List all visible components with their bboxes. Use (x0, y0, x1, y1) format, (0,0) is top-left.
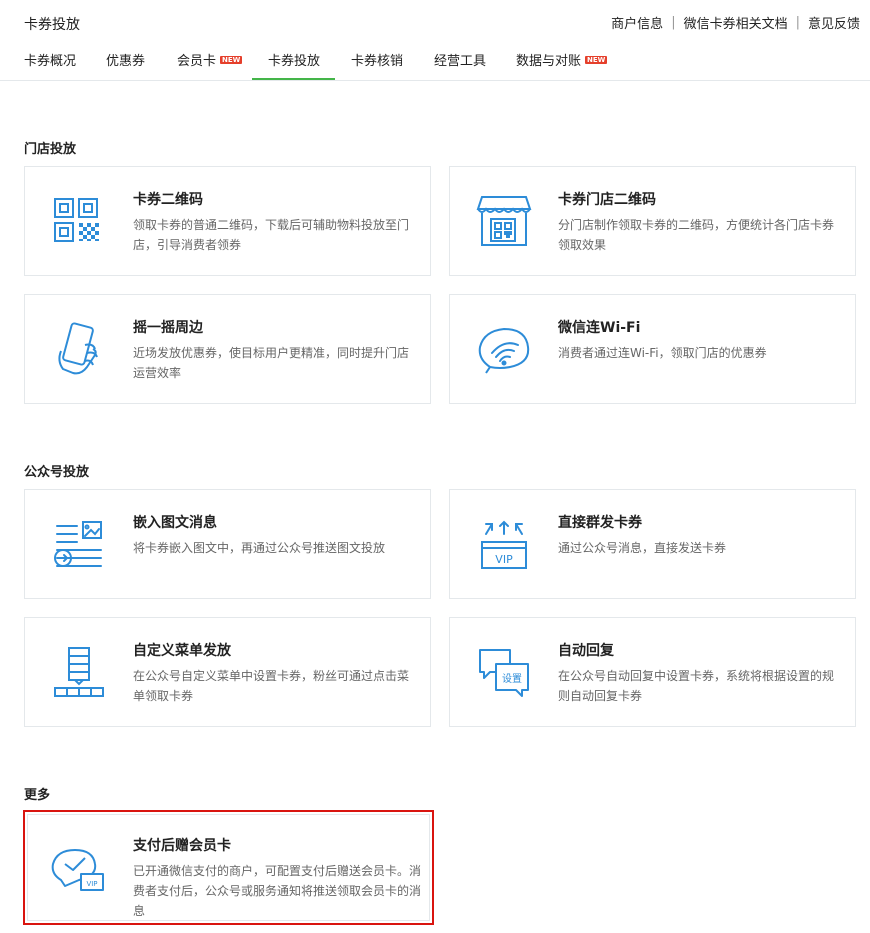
tab-distribution[interactable]: 卡券投放 (268, 50, 320, 81)
section-title-more: 更多 (24, 788, 51, 803)
feedback-link[interactable]: 意见反馈 (808, 13, 860, 32)
tab-label: 优惠券 (106, 54, 146, 69)
section-title-store: 门店投放 (24, 142, 77, 157)
svg-text:VIP: VIP (495, 553, 513, 566)
card-embed-article[interactable]: 嵌入图文消息 将卡券嵌入图文中，再通过公众号推送图文投放 (24, 489, 431, 599)
card-description: 将卡券嵌入图文中，再通过公众号推送图文投放 (133, 541, 386, 555)
docs-link[interactable]: 微信卡券相关文档 (684, 13, 788, 32)
card-description: 在公众号自动回复中设置卡券，系统将根据设置的规则自动回复卡券 (558, 669, 835, 703)
tab-label: 会员卡 (177, 54, 217, 69)
tab-label: 卡券概况 (24, 54, 77, 69)
card-title: 嵌入图文消息 (133, 515, 217, 531)
card-title: 自定义菜单发放 (133, 643, 231, 659)
new-badge: NEW (585, 56, 608, 64)
tab-bar: 卡券概况 优惠券 会员卡 NEW 卡券投放 卡券核销 经营工具 数据与对账 NEW (0, 40, 870, 81)
tab-coupons[interactable]: 优惠券 (106, 50, 145, 81)
card-store-qrcode[interactable]: 卡券门店二维码 分门店制作领取卡券的二维码，方便统计各门店卡券领取效果 (449, 166, 856, 276)
svg-text:VIP: VIP (86, 880, 97, 888)
divider: | (795, 15, 800, 30)
tab-label: 数据与对账 (516, 54, 582, 69)
card-title: 摇一摇周边 (133, 320, 203, 336)
card-custom-menu[interactable]: 自定义菜单发放 在公众号自定义菜单中设置卡券，粉丝可通过点击菜单领取卡券 (24, 617, 431, 727)
header-links: 商户信息 | 微信卡券相关文档 | 意见反馈 (611, 13, 860, 32)
card-title: 支付后赠会员卡 (133, 838, 231, 854)
card-title: 自动回复 (558, 643, 614, 659)
card-title: 卡券二维码 (133, 192, 203, 208)
pay-vip-card-icon: VIP (51, 849, 104, 891)
card-auto-reply[interactable]: 设置 自动回复 在公众号自动回复中设置卡券，系统将根据设置的规则自动回复卡券 (449, 617, 856, 727)
broadcast-vip-icon: VIP (481, 520, 527, 569)
page-title: 卡券投放 (24, 17, 80, 33)
menu-icon (54, 647, 104, 697)
tab-label: 卡券投放 (268, 54, 321, 69)
tab-overview[interactable]: 卡券概况 (24, 50, 76, 81)
card-description: 消费者通过连Wi-Fi，领取门店的优惠券 (558, 346, 767, 360)
tab-data-reconciliation[interactable]: 数据与对账 NEW (516, 50, 608, 81)
tab-redemption[interactable]: 卡券核销 (351, 50, 403, 81)
active-tab-indicator (252, 78, 335, 80)
card-wechat-wifi[interactable]: 微信连Wi-Fi 消费者通过连Wi-Fi，领取门店的优惠券 (449, 294, 856, 404)
auto-reply-icon: 设置 (479, 649, 529, 697)
card-description: 通过公众号消息，直接发送卡券 (558, 541, 727, 555)
qrcode-icon (54, 198, 99, 242)
card-coupon-qrcode[interactable]: 卡券二维码 领取卡券的普通二维码，下载后可辅助物料投放至门店，引导消费者领券 (24, 166, 431, 276)
card-broadcast-coupon[interactable]: VIP 直接群发卡券 通过公众号消息，直接发送卡券 (449, 489, 856, 599)
article-icon (54, 521, 102, 567)
card-description: 已开通微信支付的商户，可配置支付后赠送会员卡。消费者支付后，公众号或服务通知将推… (133, 864, 422, 918)
tab-label: 经营工具 (434, 54, 487, 69)
section-title-official-account: 公众号投放 (24, 465, 90, 480)
tab-label: 卡券核销 (351, 54, 404, 69)
wifi-icon (478, 327, 530, 374)
card-title: 卡券门店二维码 (558, 192, 656, 208)
svg-text:设置: 设置 (502, 673, 522, 685)
card-description: 分门店制作领取卡券的二维码，方便统计各门店卡券领取效果 (558, 218, 835, 252)
card-post-payment-member-card[interactable]: VIP 支付后赠会员卡 已开通微信支付的商户，可配置支付后赠送会员卡。消费者支付… (23, 810, 434, 925)
merchant-info-link[interactable]: 商户信息 (611, 13, 663, 32)
card-shake-nearby[interactable]: 摇一摇周边 近场发放优惠券，使目标用户更精准，同时提升门店运营效率 (24, 294, 431, 404)
card-description: 在公众号自定义菜单中设置卡券，粉丝可通过点击菜单领取卡券 (133, 669, 410, 703)
card-description: 领取卡券的普通二维码，下载后可辅助物料投放至门店，引导消费者领券 (133, 218, 410, 252)
shake-icon (58, 322, 98, 375)
divider: | (671, 15, 676, 30)
new-badge: NEW (220, 56, 243, 64)
tab-member-card[interactable]: 会员卡 NEW (177, 50, 243, 81)
card-description: 近场发放优惠券，使目标用户更精准，同时提升门店运营效率 (133, 346, 410, 380)
tab-business-tools[interactable]: 经营工具 (434, 50, 486, 81)
card-title: 微信连Wi-Fi (558, 320, 641, 336)
card-title: 直接群发卡券 (558, 515, 642, 531)
store-qrcode-icon (476, 196, 532, 246)
